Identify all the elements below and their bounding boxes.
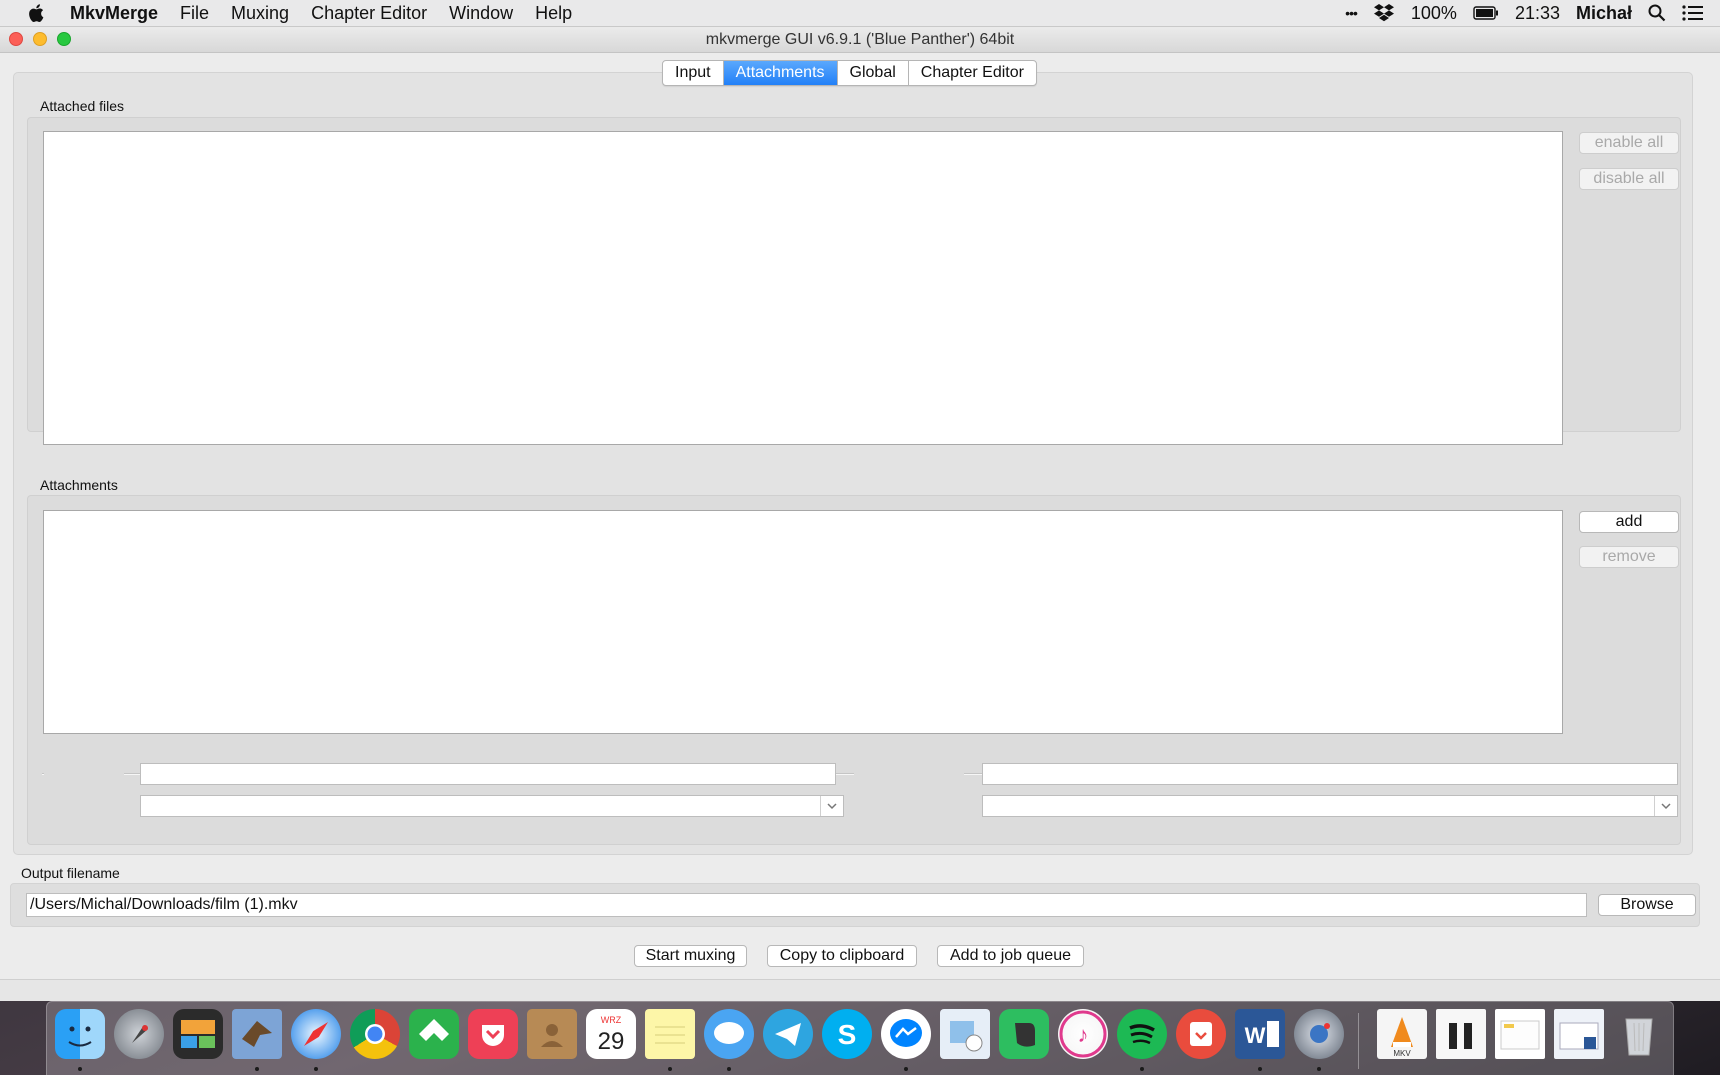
chevron-down-icon[interactable] — [1654, 796, 1677, 816]
name-label-placeholder — [44, 767, 124, 781]
window-title: mkvmerge GUI v6.9.1 ('Blue Panther') 64b… — [705, 31, 1015, 48]
apple-icon[interactable] — [22, 2, 52, 24]
browse-button[interactable]: Browse — [1598, 894, 1696, 916]
document-stack-icon[interactable] — [1495, 1009, 1545, 1059]
chrome-icon[interactable] — [350, 1009, 400, 1059]
mail-icon[interactable] — [232, 1009, 282, 1059]
menu-window[interactable]: Window — [449, 0, 513, 26]
vlc-mkv-file-icon[interactable]: MKV — [1377, 1009, 1427, 1059]
window-bottom-bar — [0, 979, 1720, 1001]
messenger-running-dot — [904, 1067, 908, 1071]
tab-global[interactable]: Global — [838, 61, 909, 85]
overflow-icon[interactable]: ••• — [1345, 5, 1358, 21]
copy-to-clipboard-button[interactable]: Copy to clipboard — [767, 945, 917, 967]
menu-chapter-editor[interactable]: Chapter Editor — [311, 0, 427, 26]
safari-icon[interactable] — [291, 1009, 341, 1059]
downloads-stack-icon[interactable] — [1436, 1009, 1486, 1059]
safari-running-dot — [314, 1067, 318, 1071]
remove-attachment-button[interactable]: remove — [1579, 546, 1679, 568]
disable-all-button[interactable]: disable all — [1579, 168, 1679, 190]
finder-icon[interactable] — [55, 1009, 105, 1059]
trash-icon[interactable] — [1614, 1009, 1664, 1059]
dropbox-icon[interactable] — [1373, 3, 1395, 23]
spotify-icon[interactable] — [1117, 1009, 1167, 1059]
notes-icon[interactable] — [645, 1009, 695, 1059]
tab-attachments[interactable]: Attachments — [723, 61, 838, 85]
maximize-window-button[interactable] — [57, 32, 71, 46]
calendar-day: 29 — [598, 1028, 625, 1055]
skype-icon[interactable]: S — [822, 1009, 872, 1059]
main-window: mkvmerge GUI v6.9.1 ('Blue Panther') 64b… — [0, 27, 1720, 1001]
start-muxing-button[interactable]: Start muxing — [634, 945, 747, 967]
attached-files-list[interactable] — [43, 131, 1563, 445]
evernote-icon[interactable] — [999, 1009, 1049, 1059]
disk-utility-running-dot — [1317, 1067, 1321, 1071]
itunes-icon[interactable]: ♪ — [1058, 1009, 1108, 1059]
attachment-name-field[interactable] — [140, 763, 836, 785]
add-to-job-queue-button[interactable]: Add to job queue — [937, 945, 1084, 967]
svg-text:W: W — [1245, 1023, 1266, 1048]
attachment-style-combo[interactable] — [982, 795, 1678, 817]
messages-icon[interactable] — [704, 1009, 754, 1059]
pocket-icon[interactable] — [468, 1009, 518, 1059]
messenger-icon[interactable] — [881, 1009, 931, 1059]
spotify-running-dot — [1140, 1067, 1144, 1071]
title-bar[interactable]: mkvmerge GUI v6.9.1 ('Blue Panther') 64b… — [0, 27, 1720, 53]
mime-type-combo[interactable] — [140, 795, 844, 817]
svg-text:♪: ♪ — [1078, 1022, 1089, 1047]
calendar-icon[interactable]: WRZ 29 — [586, 1009, 636, 1059]
add-attachment-button[interactable]: add — [1579, 511, 1679, 533]
disk-utility-icon[interactable] — [1294, 1009, 1344, 1059]
svg-text:S: S — [838, 1019, 857, 1050]
word-running-dot — [1258, 1067, 1262, 1071]
messages-running-dot — [727, 1067, 731, 1071]
description-label-placeholder — [854, 767, 964, 781]
menu-file[interactable]: File — [180, 0, 209, 26]
tab-chapter-editor[interactable]: Chapter Editor — [909, 61, 1036, 85]
chevron-down-icon[interactable] — [820, 796, 843, 816]
output-filename-field[interactable] — [26, 893, 1587, 917]
close-window-button[interactable] — [9, 32, 23, 46]
spotlight-search-icon[interactable] — [1648, 4, 1666, 22]
launchpad-icon[interactable] — [114, 1009, 164, 1059]
attachments-label: Attachments — [40, 477, 118, 493]
menu-app-name[interactable]: MkvMerge — [70, 0, 158, 26]
preview-icon[interactable] — [940, 1009, 990, 1059]
menu-help[interactable]: Help — [535, 0, 572, 26]
menu-muxing[interactable]: Muxing — [231, 0, 289, 26]
menu-bar: MkvMerge File Muxing Chapter Editor Wind… — [0, 0, 1720, 27]
feedly-icon[interactable] — [409, 1009, 459, 1059]
minimize-window-button[interactable] — [33, 32, 47, 46]
mime-type-label-placeholder — [44, 799, 130, 813]
attachments-tab-panel: Attached files enable all disable all At… — [13, 72, 1693, 855]
finder-running-dot — [78, 1067, 82, 1071]
word-icon[interactable]: W — [1235, 1009, 1285, 1059]
output-filename-label: Output filename — [21, 865, 120, 881]
attachment-description-field[interactable] — [982, 763, 1678, 785]
user-name[interactable]: Michał — [1576, 3, 1632, 24]
dock-divider — [1358, 1013, 1359, 1069]
battery-icon[interactable] — [1473, 6, 1499, 20]
contacts-icon[interactable] — [527, 1009, 577, 1059]
notification-center-icon[interactable] — [1682, 5, 1704, 21]
vlc-mkv-label: MKV — [1393, 1049, 1411, 1058]
photo-slideshow-icon[interactable] — [173, 1009, 223, 1059]
mail-running-dot — [255, 1067, 259, 1071]
clock[interactable]: 21:33 — [1515, 3, 1560, 24]
tab-bar: Input Attachments Global Chapter Editor — [662, 60, 1037, 86]
screenshot-stack-icon[interactable] — [1554, 1009, 1604, 1059]
calendar-month: WRZ — [601, 1015, 622, 1025]
transmit-icon[interactable] — [1176, 1009, 1226, 1059]
tab-input[interactable]: Input — [663, 61, 724, 85]
battery-percent: 100% — [1410, 2, 1457, 23]
notes-running-dot — [668, 1067, 672, 1071]
attachments-list[interactable] — [43, 510, 1563, 734]
telegram-icon[interactable] — [763, 1009, 813, 1059]
enable-all-button[interactable]: enable all — [1579, 132, 1679, 154]
attached-files-label: Attached files — [40, 98, 125, 114]
attachment-style-label-placeholder — [854, 799, 972, 813]
